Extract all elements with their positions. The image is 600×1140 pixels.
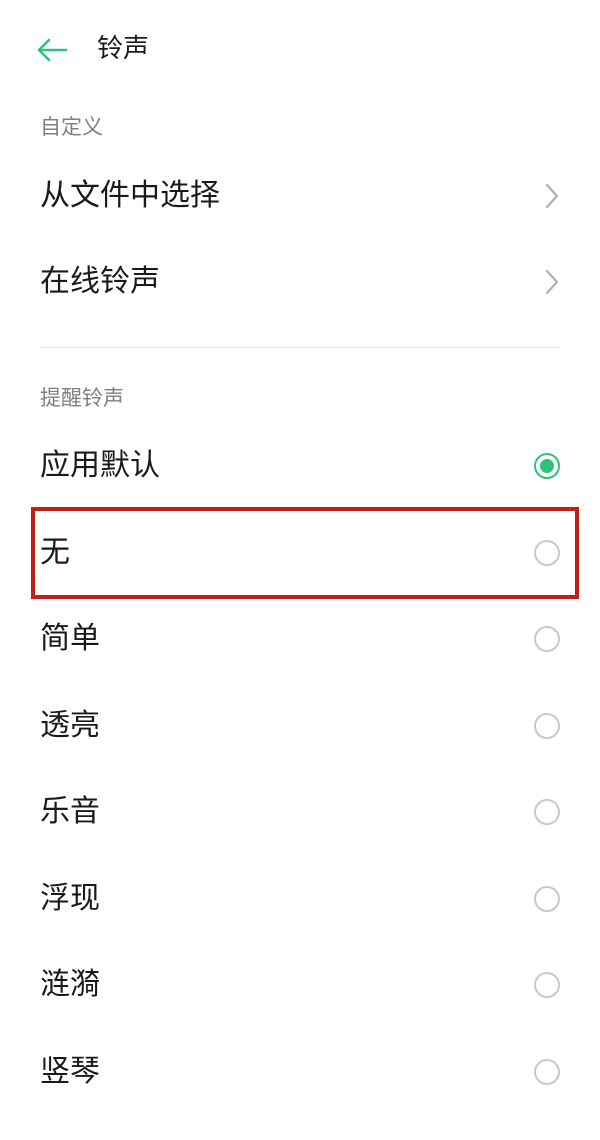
ringtone-option-none[interactable]: 无 bbox=[0, 510, 600, 596]
radio-button[interactable] bbox=[534, 972, 560, 998]
option-label: 竖琴 bbox=[40, 1054, 100, 1089]
back-button[interactable] bbox=[30, 28, 74, 72]
arrow-left-icon bbox=[37, 38, 68, 62]
radio-button[interactable] bbox=[534, 886, 560, 912]
row-online-ringtones[interactable]: 在线铃声 bbox=[0, 239, 600, 325]
ringtone-option-emerge[interactable]: 浮现 bbox=[0, 856, 600, 942]
radio-button[interactable] bbox=[534, 799, 560, 825]
radio-button[interactable] bbox=[534, 1059, 560, 1085]
radio-button-checked[interactable] bbox=[534, 453, 560, 479]
option-label: 透亮 bbox=[40, 708, 100, 743]
section-label-reminder: 提醒铃声 bbox=[40, 386, 124, 410]
ringtone-option-app-default[interactable]: 应用默认 bbox=[0, 423, 600, 509]
row-label: 从文件中选择 bbox=[40, 178, 220, 213]
radio-dot bbox=[540, 459, 554, 473]
chevron-right-icon bbox=[545, 269, 559, 295]
radio-button[interactable] bbox=[534, 540, 560, 566]
section-label-custom: 自定义 bbox=[40, 115, 103, 139]
chevron-right-icon bbox=[545, 183, 559, 209]
option-label: 无 bbox=[40, 535, 70, 570]
ringtone-option-clear[interactable]: 透亮 bbox=[0, 683, 600, 769]
option-label: 浮现 bbox=[40, 881, 100, 916]
ringtone-option-ripple[interactable]: 涟漪 bbox=[0, 942, 600, 1028]
ringtone-option-simple[interactable]: 简单 bbox=[0, 596, 600, 682]
option-label: 涟漪 bbox=[40, 967, 100, 1002]
section-divider bbox=[40, 347, 560, 348]
app-header: 铃声 bbox=[0, 0, 600, 96]
row-choose-from-file[interactable]: 从文件中选择 bbox=[0, 153, 600, 239]
row-label: 在线铃声 bbox=[40, 264, 160, 299]
ringtone-option-music[interactable]: 乐音 bbox=[0, 769, 600, 855]
option-label: 简单 bbox=[40, 621, 100, 656]
page-title: 铃声 bbox=[97, 34, 150, 64]
radio-button[interactable] bbox=[534, 713, 560, 739]
option-label: 应用默认 bbox=[40, 448, 160, 483]
ringtone-option-harp[interactable]: 竖琴 bbox=[0, 1029, 600, 1115]
option-label: 乐音 bbox=[40, 794, 100, 829]
radio-button[interactable] bbox=[534, 626, 560, 652]
